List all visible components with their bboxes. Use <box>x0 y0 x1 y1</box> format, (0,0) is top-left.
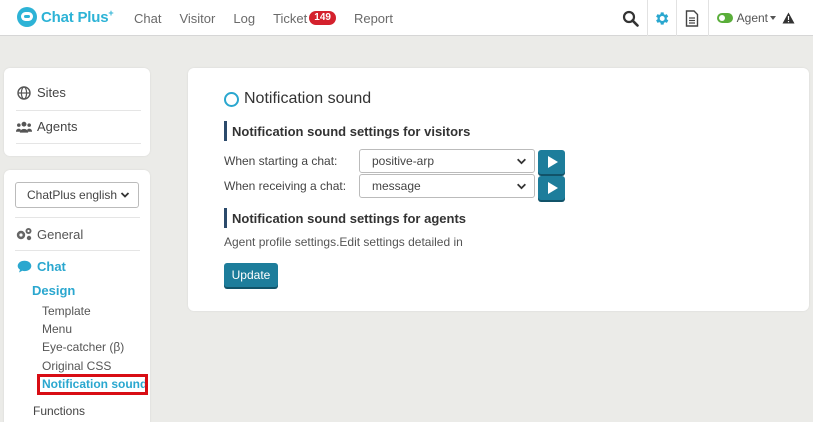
gear-icon <box>656 11 669 25</box>
site-select[interactable]: ChatPlus english <box>15 182 139 208</box>
site-select-value: ChatPlus english <box>27 188 118 202</box>
top-bar: Chat Plus+ Chat Visitor Log Ticket 149 R… <box>0 0 813 36</box>
nav-ticket[interactable]: Ticket 149 <box>273 11 336 26</box>
receive-chat-label: When receiving a chat: <box>224 179 347 193</box>
users-icon <box>16 121 32 133</box>
main-panel: Notification sound Notification sound se… <box>188 68 809 311</box>
play-icon <box>547 182 558 194</box>
sidebar-item-eye-catcher[interactable]: Eye-catcher (β) <box>42 340 124 354</box>
search-button[interactable] <box>615 0 647 36</box>
sidebar-item-general[interactable]: General <box>15 222 83 246</box>
update-button[interactable]: Update <box>224 263 278 287</box>
nav-log[interactable]: Log <box>233 11 255 26</box>
nav-report[interactable]: Report <box>354 11 393 26</box>
play-receive-sound-button[interactable] <box>538 176 565 200</box>
page-title: Notification sound <box>224 90 371 108</box>
agents-section-heading: Notification sound settings for agents <box>224 208 466 228</box>
chevron-down-icon <box>517 158 526 165</box>
header-tools: Agent <box>615 0 813 36</box>
start-chat-label: When starting a chat: <box>224 154 338 168</box>
warning-icon <box>782 12 795 24</box>
chevron-down-icon <box>517 183 526 190</box>
sidebar-item-label: Chat <box>37 259 66 274</box>
visitors-section-heading: Notification sound settings for visitors <box>224 121 470 141</box>
circle-icon <box>224 91 239 107</box>
active-item-highlight <box>37 374 148 395</box>
logo-text: Chat Plus <box>41 9 109 26</box>
logo-plus: + <box>108 8 114 18</box>
divider <box>16 143 141 144</box>
document-icon <box>685 9 699 27</box>
search-icon <box>623 10 639 27</box>
nav-visitor[interactable]: Visitor <box>179 11 215 26</box>
sidebar-item-label: Sites <box>37 85 66 100</box>
sidebar-top-card: Sites Agents <box>4 68 150 156</box>
sidebar-item-sites[interactable]: Sites <box>16 76 141 109</box>
globe-icon <box>17 85 31 100</box>
divider <box>15 217 140 218</box>
status-toggle-icon[interactable] <box>716 13 733 23</box>
ticket-count-badge: 149 <box>309 11 336 25</box>
sidebar-item-menu[interactable]: Menu <box>42 322 72 336</box>
page-title-text: Notification sound <box>244 90 372 107</box>
chat-bubble-icon <box>17 260 32 273</box>
document-button[interactable] <box>677 0 709 36</box>
nav-ticket-label: Ticket <box>273 10 308 26</box>
settings-button[interactable] <box>646 0 677 36</box>
main-nav: Chat Visitor Log Ticket 149 Report <box>134 0 411 36</box>
sidebar-item-label: Agents <box>37 119 78 134</box>
chevron-down-icon <box>770 16 776 20</box>
gears-icon <box>16 228 32 241</box>
sidebar-item-design[interactable]: Design <box>32 283 75 298</box>
play-start-sound-button[interactable] <box>538 150 565 174</box>
divider <box>15 250 140 251</box>
agents-info-text: Agent profile settings.Edit settings det… <box>224 235 463 249</box>
receive-chat-sound-value: message <box>372 179 421 193</box>
agent-label: Agent <box>736 11 768 25</box>
sidebar-item-agents[interactable]: Agents <box>16 110 141 143</box>
sidebar-item-label: General <box>37 226 84 242</box>
sidebar-item-chat[interactable]: Chat <box>17 259 66 274</box>
receive-chat-sound-select[interactable]: message <box>359 174 535 198</box>
chat-bubble-logo-icon <box>17 7 37 27</box>
nav-chat[interactable]: Chat <box>134 11 161 26</box>
sidebar-item-original-css[interactable]: Original CSS <box>42 359 111 373</box>
start-chat-sound-value: positive-arp <box>372 154 435 168</box>
sidebar-item-template[interactable]: Template <box>42 304 91 318</box>
agent-status-menu[interactable]: Agent <box>709 11 813 25</box>
sidebar-item-functions[interactable]: Functions <box>33 404 85 418</box>
chat-plus-logo[interactable]: Chat Plus+ <box>17 6 114 28</box>
start-chat-sound-select[interactable]: positive-arp <box>359 149 535 173</box>
chevron-down-icon <box>120 192 130 198</box>
play-icon <box>547 156 558 168</box>
